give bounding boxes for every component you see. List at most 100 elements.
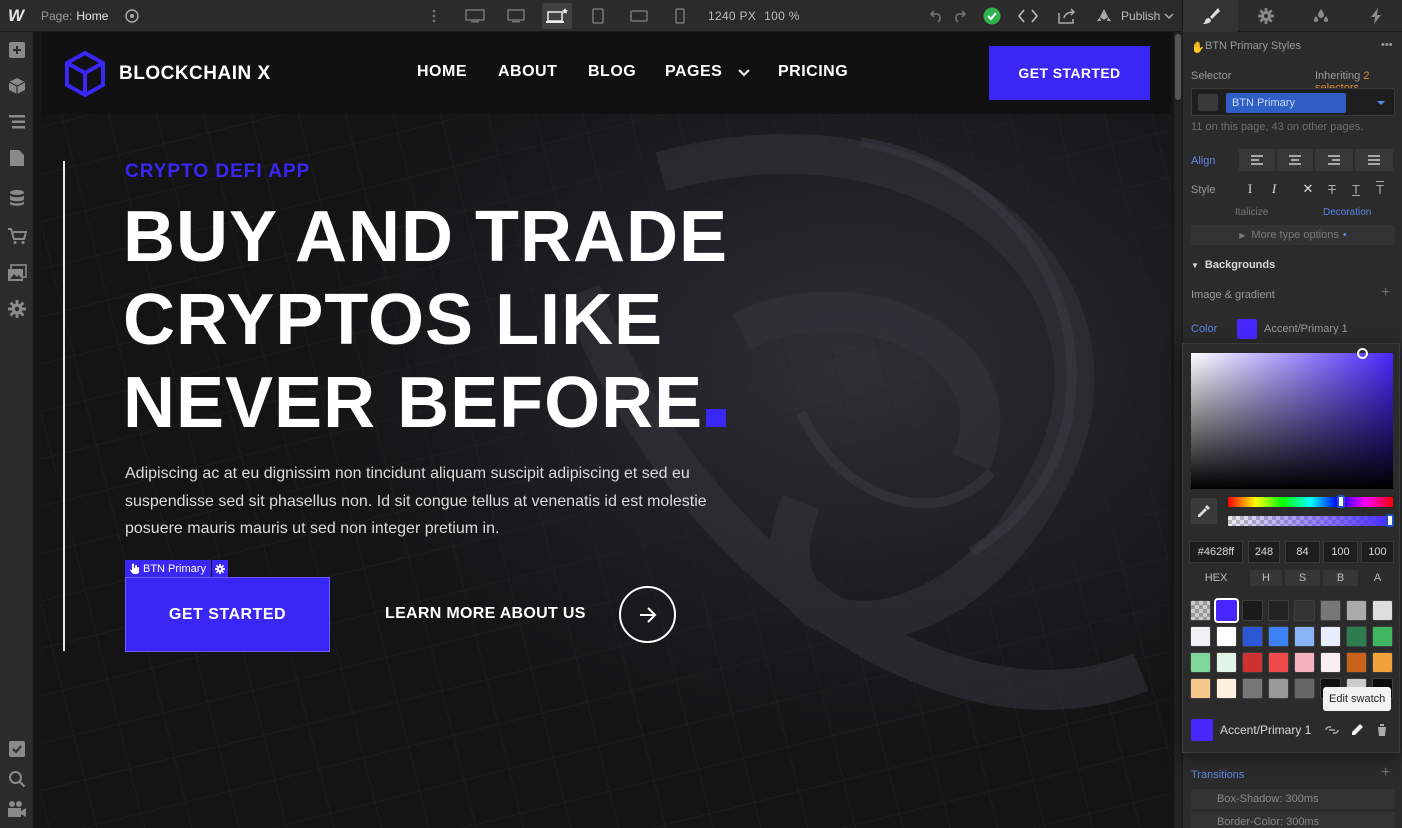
color-swatch[interactable] bbox=[1294, 652, 1315, 673]
publish-button[interactable]: Publish bbox=[1121, 0, 1174, 32]
color-swatch[interactable] bbox=[1372, 626, 1393, 647]
color-swatch[interactable] bbox=[1320, 626, 1341, 647]
redo-icon[interactable] bbox=[949, 6, 969, 26]
unlink-swatch-icon[interactable] bbox=[1324, 723, 1340, 737]
color-swatch[interactable] bbox=[1372, 600, 1393, 621]
tab-style-brush-icon[interactable] bbox=[1183, 0, 1238, 32]
tab-style-manager-drops-icon[interactable] bbox=[1293, 0, 1348, 32]
underline-icon[interactable]: T bbox=[1345, 178, 1367, 200]
color-swatch[interactable] bbox=[1190, 652, 1211, 673]
italic-off-icon[interactable]: I bbox=[1239, 178, 1261, 200]
selector-pill[interactable]: BTN Primary bbox=[1226, 93, 1346, 113]
selector-type-icon[interactable] bbox=[1198, 94, 1218, 111]
audit-checklist-icon[interactable] bbox=[6, 738, 28, 760]
hero-get-started-button[interactable]: GET STARTED bbox=[125, 577, 330, 652]
saturation-brightness-field[interactable] bbox=[1191, 353, 1393, 489]
add-image-gradient-icon[interactable]: + bbox=[1381, 284, 1390, 302]
selector-field[interactable]: BTN Primary bbox=[1191, 88, 1395, 116]
color-swatch[interactable] bbox=[1214, 598, 1239, 623]
color-swatch[interactable] bbox=[1346, 626, 1367, 647]
breakpoint-desktop-large-icon[interactable] bbox=[501, 3, 531, 29]
color-swatch[interactable] bbox=[1320, 600, 1341, 621]
color-swatch[interactable] bbox=[1346, 652, 1367, 673]
canvas-scrollbar[interactable] bbox=[1174, 32, 1182, 828]
align-justify-icon[interactable] bbox=[1355, 149, 1393, 171]
color-swatch[interactable] bbox=[1190, 678, 1211, 699]
chevron-down-icon[interactable] bbox=[1376, 99, 1386, 107]
pages-icon[interactable] bbox=[6, 147, 28, 169]
overline-icon[interactable]: T bbox=[1369, 178, 1391, 200]
decoration-none-icon[interactable]: ✕ bbox=[1297, 178, 1319, 200]
color-swatch[interactable] bbox=[1242, 600, 1263, 621]
align-center-icon[interactable] bbox=[1277, 149, 1313, 171]
hue-input[interactable]: 248 bbox=[1248, 541, 1280, 563]
hex-input[interactable]: #4628ff bbox=[1189, 541, 1243, 563]
breakpoint-desktop-icon[interactable] bbox=[542, 3, 572, 29]
nav-link-about[interactable]: ABOUT bbox=[498, 63, 557, 81]
transition-item[interactable]: Border-Color: 300ms bbox=[1191, 812, 1395, 828]
align-right-icon[interactable] bbox=[1315, 149, 1353, 171]
symbols-box-icon[interactable] bbox=[6, 75, 28, 97]
color-swatch[interactable] bbox=[1294, 600, 1315, 621]
navigator-icon[interactable] bbox=[6, 111, 28, 133]
edit-swatch-pencil-icon[interactable] bbox=[1350, 723, 1364, 737]
webflow-logo[interactable]: W bbox=[8, 0, 30, 32]
color-swatch[interactable] bbox=[1190, 626, 1211, 647]
saturation-input[interactable]: 84 bbox=[1285, 541, 1320, 563]
color-swatch[interactable] bbox=[1216, 678, 1237, 699]
color-swatch[interactable] bbox=[1268, 678, 1289, 699]
nav-link-pages[interactable]: PAGES bbox=[665, 63, 722, 81]
alpha-slider-handle[interactable] bbox=[1386, 514, 1394, 527]
backgrounds-section[interactable]: ▼ Backgrounds bbox=[1191, 259, 1275, 271]
color-swatch[interactable] bbox=[1216, 652, 1237, 673]
alpha-slider[interactable] bbox=[1228, 516, 1393, 526]
search-icon[interactable] bbox=[6, 768, 28, 790]
breakpoint-large-desktop-icon[interactable] bbox=[460, 3, 490, 29]
share-icon[interactable] bbox=[1057, 6, 1077, 26]
ecommerce-cart-icon[interactable] bbox=[6, 225, 28, 247]
active-swatch-color[interactable] bbox=[1191, 719, 1213, 741]
preview-eye-icon[interactable] bbox=[122, 6, 142, 26]
color-swatch[interactable] bbox=[1190, 600, 1211, 621]
italic-on-icon[interactable]: I bbox=[1263, 178, 1285, 200]
add-panel-icon[interactable] bbox=[6, 39, 28, 61]
undo-icon[interactable] bbox=[927, 6, 947, 26]
delete-swatch-trash-icon[interactable] bbox=[1376, 723, 1388, 737]
color-swatch[interactable] bbox=[1372, 652, 1393, 673]
assets-images-icon[interactable] bbox=[6, 262, 28, 284]
eyedropper-icon[interactable] bbox=[1191, 498, 1217, 524]
strikethrough-icon[interactable]: T bbox=[1321, 178, 1343, 200]
arrow-right-circle-icon[interactable] bbox=[619, 586, 676, 643]
color-swatch[interactable] bbox=[1242, 652, 1263, 673]
color-swatch[interactable] bbox=[1268, 600, 1289, 621]
color-swatch[interactable] bbox=[1294, 626, 1315, 647]
canvas-scrollbar-thumb[interactable] bbox=[1175, 34, 1181, 100]
brand-link[interactable]: BLOCKCHAIN X bbox=[63, 50, 271, 98]
breakpoint-mobile-landscape-icon[interactable] bbox=[624, 3, 654, 29]
align-left-icon[interactable] bbox=[1239, 149, 1275, 171]
cms-database-icon[interactable] bbox=[6, 187, 28, 209]
nav-link-blog[interactable]: BLOG bbox=[588, 63, 636, 81]
color-swatch[interactable] bbox=[1216, 626, 1237, 647]
color-swatch[interactable] bbox=[1320, 652, 1341, 673]
color-swatch[interactable] bbox=[1346, 600, 1367, 621]
status-check-icon[interactable] bbox=[982, 6, 1002, 26]
color-swatch[interactable] bbox=[1268, 626, 1289, 647]
settings-gear-icon[interactable] bbox=[6, 298, 28, 320]
transition-item[interactable]: Box-Shadow: 300ms bbox=[1191, 789, 1395, 809]
designer-canvas[interactable]: BLOCKCHAIN X HOME ABOUT BLOG PAGES PRICI… bbox=[34, 32, 1182, 828]
breakpoint-tablet-icon[interactable] bbox=[583, 3, 613, 29]
color-swatch[interactable] bbox=[1242, 678, 1263, 699]
panel-more-icon[interactable]: ••• bbox=[1381, 39, 1393, 51]
learn-more-link[interactable]: LEARN MORE ABOUT US bbox=[385, 605, 586, 623]
tab-interactions-bolt-icon[interactable] bbox=[1348, 0, 1402, 32]
color-swatch[interactable] bbox=[1237, 319, 1257, 339]
nav-get-started-button[interactable]: GET STARTED bbox=[989, 46, 1150, 100]
add-transition-icon[interactable]: + bbox=[1381, 764, 1390, 782]
video-tutorials-icon[interactable] bbox=[6, 798, 28, 820]
hue-slider-handle[interactable] bbox=[1337, 495, 1345, 508]
chevron-down-icon[interactable] bbox=[738, 68, 750, 77]
nav-link-home[interactable]: HOME bbox=[417, 63, 467, 81]
color-swatch[interactable] bbox=[1242, 626, 1263, 647]
tab-settings-gear-icon[interactable] bbox=[1238, 0, 1293, 32]
